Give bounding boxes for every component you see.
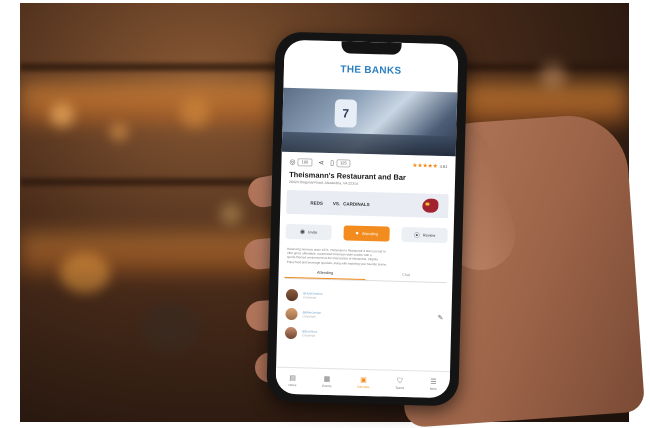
review-button[interactable]: ⦿ Review — [401, 226, 448, 244]
avatar — [285, 307, 298, 321]
smartphone: THE BANKS 7 ◎ 100 ⋖ ▯ 125 ★★★★★ 4.91 The… — [266, 31, 468, 407]
invite-button[interactable]: ◉ Invite — [285, 223, 332, 241]
attending-label: Attending — [361, 231, 378, 236]
nav-label: Home — [288, 383, 297, 388]
nav-more[interactable]: ☰ More — [430, 379, 437, 391]
list-item[interactable]: @MikeJordan Cincinnati ✎ — [285, 307, 444, 325]
bokeh-light — [220, 203, 242, 225]
eye-icon[interactable]: ◎ — [289, 158, 295, 166]
attendee-location: Cincinnati — [302, 314, 316, 319]
action-buttons: ◉ Invite ● Attending ⦿ Review — [279, 214, 454, 244]
message-icon[interactable]: ✎ — [437, 314, 443, 322]
bokeh-shadow — [140, 303, 200, 353]
phone-screen: THE BANKS 7 ◎ 100 ⋖ ▯ 125 ★★★★★ 4.91 The… — [275, 39, 459, 399]
home-team: REDS — [310, 200, 323, 206]
nav-schedule[interactable]: ▣ Schedule — [357, 377, 370, 389]
rating-value: 4.91 — [439, 163, 448, 169]
rating-stars: ★★★★★ — [412, 162, 438, 170]
versus-label: VS. — [332, 200, 341, 206]
attendee-info: @JulieSantore Cincinnati — [303, 291, 323, 300]
location-pin-icon: ⦿ — [413, 233, 420, 240]
away-team: CARDINALS — [343, 200, 370, 207]
attendee-info: @DanSims Cincinnati — [302, 329, 317, 337]
nav-label: Schedule — [357, 384, 370, 390]
calendar-grid-icon: ▦ — [323, 375, 331, 384]
calendar-icon: ▣ — [360, 376, 367, 385]
menu-icon: ☰ — [430, 378, 437, 386]
share-icon[interactable]: ⋖ — [318, 159, 324, 167]
nav-home[interactable]: ▤ Home — [288, 375, 296, 387]
phone-notch — [341, 41, 402, 55]
bokeh-light — [60, 253, 110, 293]
venue-description: Reserving Services since 1975, Theismann… — [279, 239, 454, 268]
attendee-location: Cincinnati — [301, 333, 316, 338]
avatar — [285, 288, 299, 302]
bokeh-light — [180, 98, 210, 128]
nav-label: Events — [322, 383, 332, 389]
nav-label: Teams — [395, 385, 405, 391]
bokeh-light — [540, 63, 566, 89]
cardinals-logo-icon — [422, 198, 439, 213]
jersey-number: 7 — [334, 99, 358, 128]
app-title: THE BANKS — [340, 63, 402, 77]
nav-events[interactable]: ▦ Events — [322, 376, 331, 388]
bokeh-light — [110, 123, 128, 141]
bottom-navigation: ▤ Home ▦ Events ▣ Schedule ⛉ Teams ☰ Mor… — [275, 366, 451, 399]
attendee-info: @MikeJordan Cincinnati — [302, 310, 321, 318]
bookmark-icon[interactable]: ▯ — [330, 159, 334, 167]
attendee-location: Cincinnati — [302, 295, 317, 300]
chat-icon: ◉ — [299, 229, 306, 236]
review-label: Review — [422, 232, 436, 238]
bokeh-light — [50, 103, 74, 127]
bookmark-count: 125 — [335, 159, 351, 168]
nav-teams[interactable]: ⛉ Teams — [395, 378, 404, 390]
list-item[interactable]: @JulieSantore Cincinnati — [285, 288, 444, 306]
check-icon: ● — [355, 230, 359, 237]
nav-label: More — [429, 386, 437, 391]
home-icon: ▤ — [289, 375, 297, 383]
list-item[interactable]: @DanSims Cincinnati — [284, 326, 443, 344]
attendee-list: @JulieSantore Cincinnati @MikeJordan Cin… — [277, 279, 453, 345]
invite-label: Invite — [308, 229, 318, 235]
shield-icon: ⛉ — [397, 377, 403, 385]
attending-button[interactable]: ● Attending — [343, 225, 390, 242]
venue-hero-image: 7 — [281, 87, 458, 157]
views-count: 100 — [297, 158, 313, 167]
avatar — [284, 326, 298, 340]
